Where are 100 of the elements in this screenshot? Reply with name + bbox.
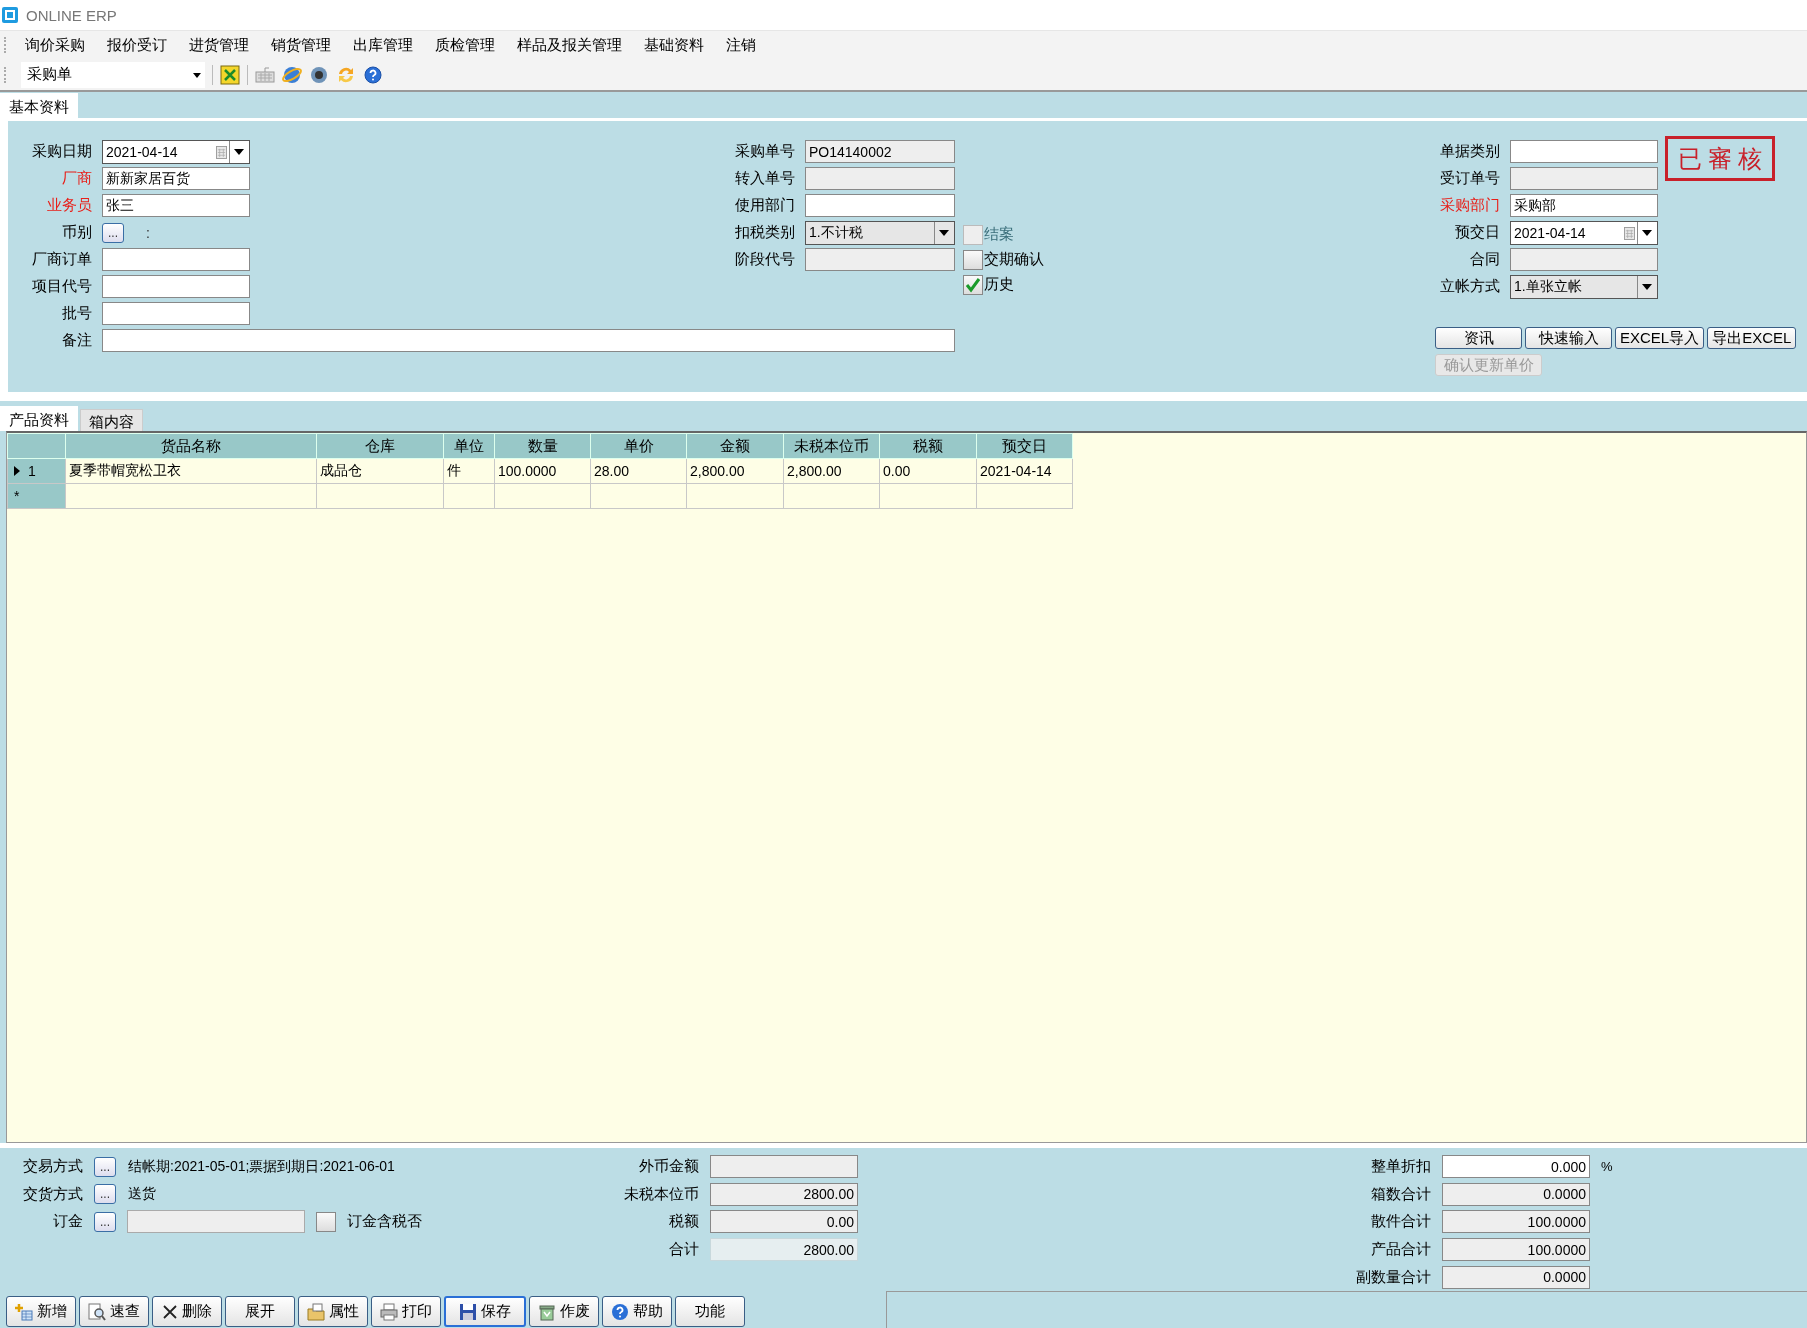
row-header[interactable]: 1	[7, 458, 66, 484]
row-header-corner	[7, 433, 66, 459]
select-field[interactable]: 1.单张立帐	[1510, 274, 1658, 299]
field-label: 单据类别	[1439, 142, 1500, 161]
ellipsis-button[interactable]: ...	[94, 1156, 116, 1177]
help-icon[interactable]	[363, 64, 383, 85]
text-field[interactable]: 新新家居百货	[102, 167, 250, 190]
ellipsis-button[interactable]: ...	[94, 1184, 116, 1205]
menu-item[interactable]: 样品及报关管理	[506, 35, 633, 55]
column-header[interactable]: 单位	[443, 433, 495, 459]
menu-item[interactable]: 报价受订	[96, 35, 178, 55]
field-label: 批号	[61, 304, 92, 323]
field-label: 阶段代号	[734, 250, 795, 269]
dropdown-arrow-icon[interactable]	[1637, 221, 1652, 244]
menu-item[interactable]: 注销	[715, 35, 767, 55]
current-row-icon	[14, 466, 20, 476]
checkbox[interactable]	[963, 249, 983, 270]
menu-item[interactable]: 出库管理	[342, 35, 424, 55]
readonly-field[interactable]: 2800.00	[710, 1182, 858, 1206]
action-button[interactable]: 展开	[225, 1296, 295, 1327]
text-field[interactable]: 0.000	[1442, 1155, 1590, 1179]
readonly-field[interactable]	[127, 1210, 305, 1234]
column-header[interactable]: 仓库	[316, 433, 444, 459]
menu-item[interactable]: 质检管理	[424, 35, 506, 55]
field-label: 副数量合计	[1355, 1267, 1431, 1287]
dropdown-arrow-icon[interactable]	[934, 221, 949, 244]
checkbox[interactable]	[963, 274, 983, 295]
action-button[interactable]: 删除	[152, 1296, 222, 1327]
add-icon	[15, 1302, 33, 1321]
table-cell: 0.00	[879, 458, 977, 484]
text-field[interactable]	[102, 248, 250, 271]
tab[interactable]: 产品资料	[0, 406, 78, 431]
approved-stamp: 已 審 核	[1665, 136, 1775, 181]
readonly-field[interactable]: PO14140002	[805, 140, 955, 163]
field-label: 交货方式	[22, 1184, 83, 1204]
close-square-icon[interactable]	[220, 64, 240, 85]
ellipsis-button[interactable]: ...	[94, 1212, 116, 1232]
action-button[interactable]: 帮助	[602, 1296, 672, 1327]
close-icon	[162, 1303, 178, 1320]
action-button[interactable]: 打印	[371, 1296, 441, 1327]
form-button[interactable]: EXCEL导入	[1615, 327, 1705, 349]
picker-value: 结帐期:2021-05-01;票据到期日:2021-06-01	[128, 1157, 395, 1176]
column-header[interactable]: 数量	[494, 433, 591, 459]
readonly-field[interactable]	[1510, 248, 1658, 271]
readonly-field[interactable]	[710, 1155, 858, 1179]
menu-item[interactable]: 询价采购	[14, 35, 96, 55]
column-header[interactable]: 单价	[590, 433, 687, 459]
readonly-field[interactable]: 100.0000	[1442, 1210, 1590, 1234]
document-type-dropdown[interactable]: 采购单	[21, 61, 205, 88]
action-button[interactable]: 速查	[79, 1296, 149, 1327]
dropdown-arrow-icon[interactable]	[1637, 275, 1652, 298]
text-field[interactable]	[102, 302, 250, 325]
dropdown-arrow-icon[interactable]	[193, 72, 201, 78]
field-label: 立帐方式	[1439, 277, 1500, 296]
text-field[interactable]: 采购部	[1510, 194, 1658, 217]
tab[interactable]: 基本资料	[0, 93, 78, 118]
menu-item[interactable]: 基础资料	[633, 35, 715, 55]
readonly-field[interactable]	[1510, 167, 1658, 190]
readonly-field[interactable]: 0.0000	[1442, 1265, 1590, 1289]
action-button[interactable]: 保存	[444, 1296, 526, 1327]
action-button[interactable]: 属性	[298, 1296, 368, 1327]
text-field[interactable]	[102, 275, 250, 298]
disc-icon[interactable]	[309, 64, 329, 85]
ellipsis-button[interactable]: ...	[102, 222, 124, 243]
menu-item[interactable]: 销货管理	[260, 35, 342, 55]
field-label: 受订单号	[1439, 169, 1500, 188]
column-header[interactable]: 预交日	[976, 433, 1073, 459]
readonly-field[interactable]: 2800.00	[710, 1238, 858, 1262]
field-label: 项目代号	[31, 277, 92, 296]
text-field[interactable]	[1510, 140, 1658, 163]
checkbox[interactable]	[316, 1212, 336, 1232]
action-button[interactable]: 新增	[6, 1296, 76, 1327]
column-header[interactable]: 金额	[686, 433, 784, 459]
remarks-field[interactable]	[102, 329, 955, 352]
checkbox-label: 订金含税否	[347, 1212, 422, 1232]
date-field[interactable]: 2021-04-14	[1510, 220, 1658, 245]
form-button[interactable]: 快速输入	[1525, 327, 1612, 349]
form-button[interactable]: 资讯	[1435, 327, 1522, 349]
row-header[interactable]: *	[7, 483, 66, 509]
action-button[interactable]: 功能	[675, 1296, 745, 1327]
readonly-field[interactable]: 0.00	[710, 1210, 858, 1234]
table-cell: 件	[443, 458, 495, 484]
action-button[interactable]: 作废	[529, 1296, 599, 1327]
select-field[interactable]: 1.不计税	[805, 220, 955, 245]
readonly-field[interactable]: 0.0000	[1442, 1182, 1590, 1206]
readonly-field[interactable]: 100.0000	[1442, 1238, 1590, 1262]
tab[interactable]: 箱内容	[80, 409, 143, 431]
keyboard-icon[interactable]	[255, 64, 275, 85]
form-button[interactable]: 导出EXCEL	[1707, 327, 1797, 349]
date-field[interactable]: 2021-04-14	[102, 139, 250, 164]
text-field[interactable]: 张三	[102, 194, 250, 217]
readonly-field[interactable]	[805, 248, 955, 271]
text-field[interactable]	[805, 194, 955, 217]
globe-icon[interactable]	[282, 64, 302, 85]
readonly-field[interactable]	[805, 167, 955, 190]
column-header[interactable]: 税额	[879, 433, 977, 459]
column-header[interactable]: 未税本位币	[783, 433, 880, 459]
column-header[interactable]: 货品名称	[65, 433, 317, 459]
menu-item[interactable]: 进货管理	[178, 35, 260, 55]
dropdown-arrow-icon[interactable]	[229, 140, 244, 163]
